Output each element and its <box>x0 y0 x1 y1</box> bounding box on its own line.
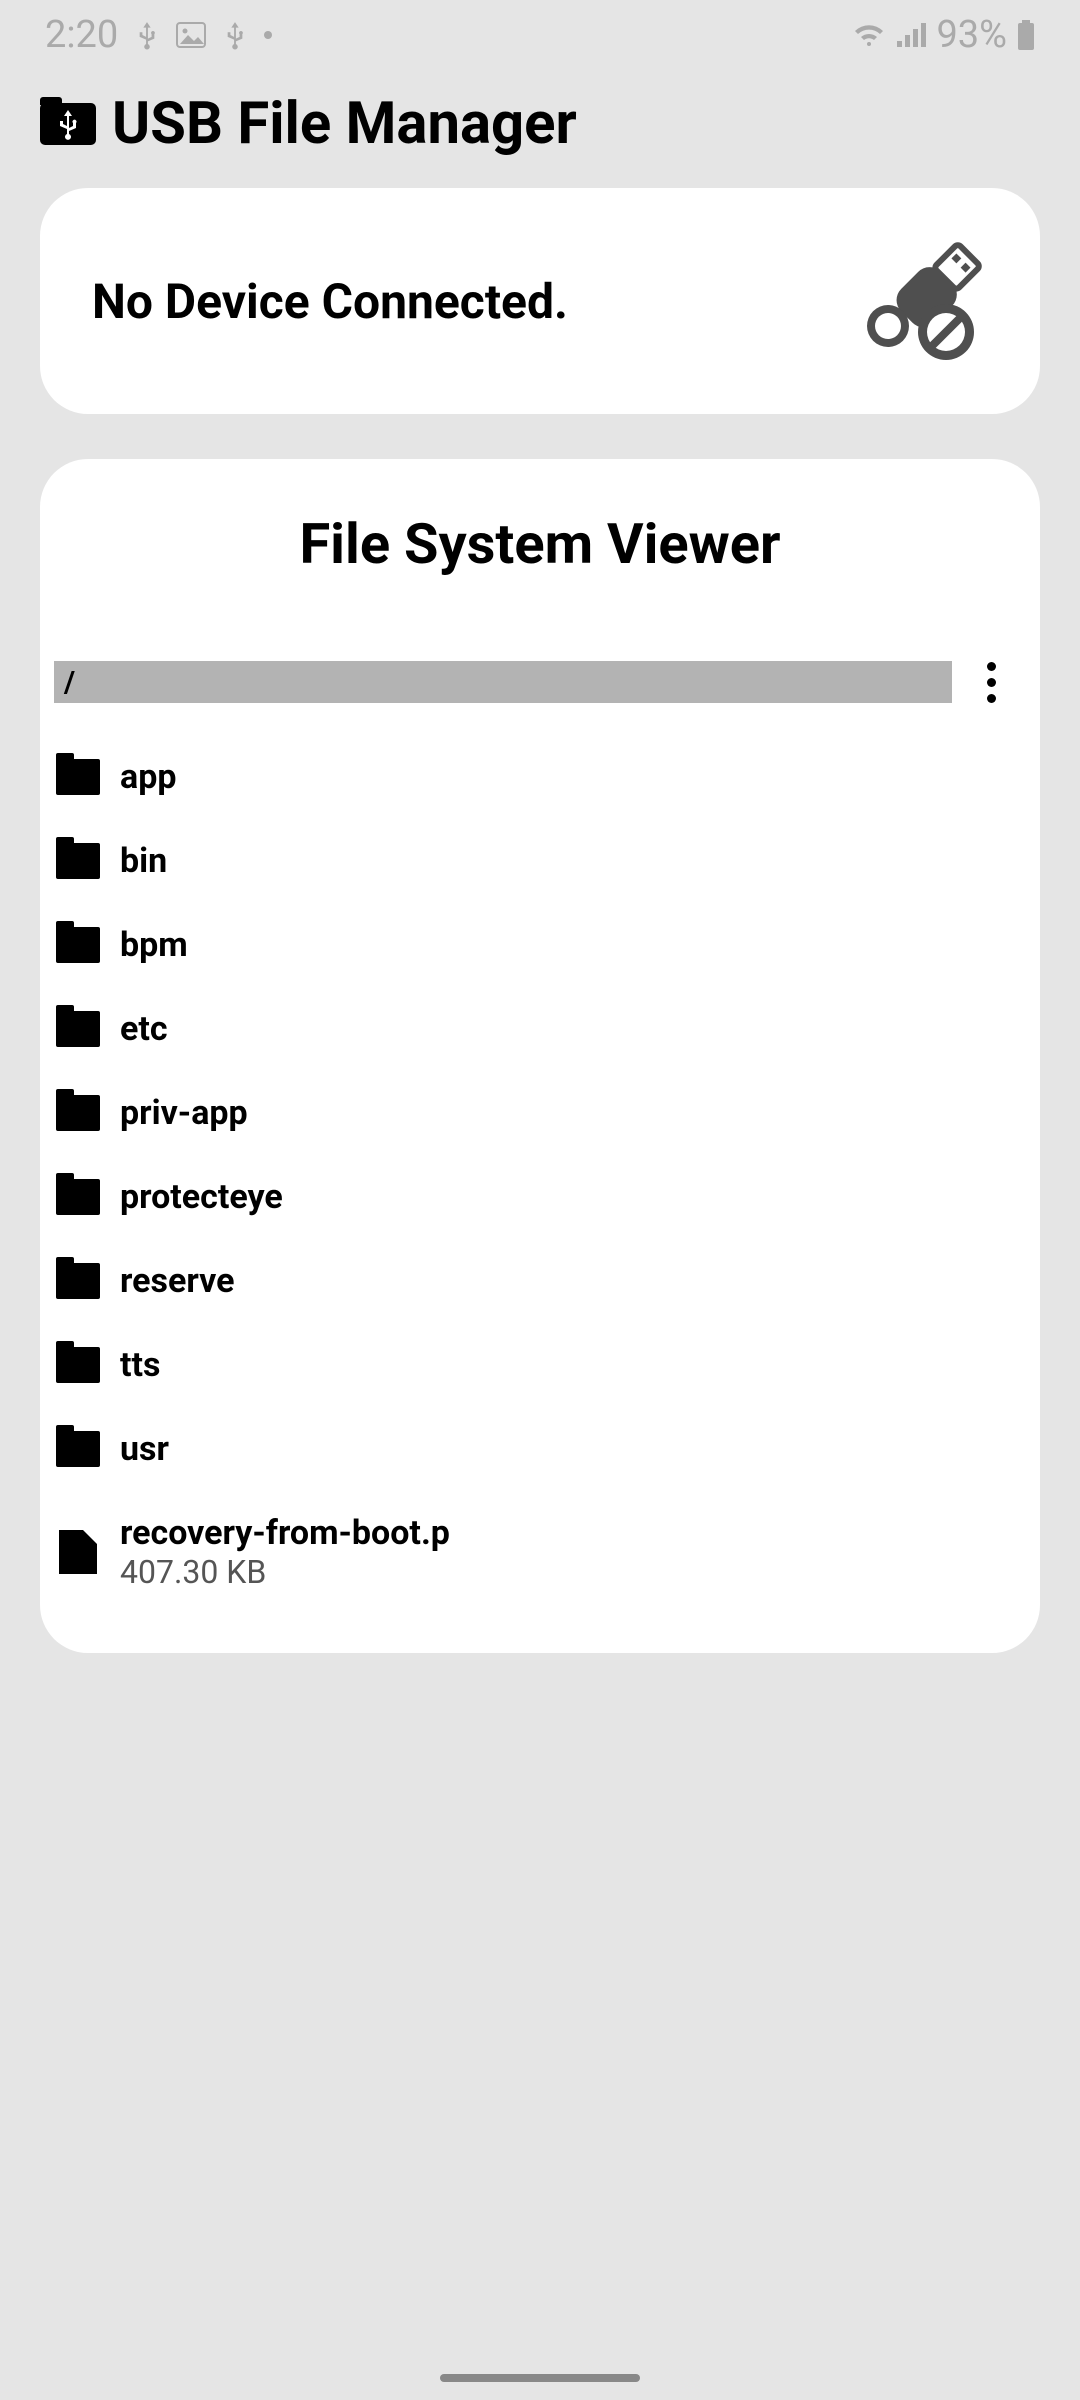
list-item[interactable]: reserve <box>54 1239 1026 1323</box>
usb-icon <box>224 20 246 50</box>
file-icon <box>59 1530 97 1574</box>
path-bar[interactable]: / <box>54 661 952 703</box>
signal-icon <box>896 22 926 48</box>
device-status-text: No Device Connected. <box>92 273 568 330</box>
folder-icon <box>56 1263 100 1299</box>
folder-icon <box>56 1347 100 1383</box>
more-options-button[interactable] <box>966 657 1016 707</box>
usb-icon <box>136 20 158 50</box>
file-name: bin <box>120 841 167 881</box>
wifi-icon <box>852 22 886 48</box>
file-name: reserve <box>120 1261 234 1301</box>
status-dot-icon <box>264 31 272 39</box>
folder-icon <box>56 1179 100 1215</box>
file-labels: etc <box>120 1009 168 1049</box>
list-item[interactable]: etc <box>54 987 1026 1071</box>
app-logo-icon <box>40 103 96 145</box>
list-item[interactable]: protecteye <box>54 1155 1026 1239</box>
list-item[interactable]: usr <box>54 1407 1026 1491</box>
file-name: protecteye <box>120 1177 283 1217</box>
list-item[interactable]: priv-app <box>54 1071 1026 1155</box>
status-time: 2:20 <box>45 13 118 57</box>
battery-percent: 93% <box>936 13 1007 57</box>
file-size: 407.30 KB <box>120 1553 450 1591</box>
file-labels: app <box>120 757 176 797</box>
status-bar: 2:20 93% <box>0 0 1080 70</box>
status-left: 2:20 <box>45 13 272 57</box>
battery-icon <box>1017 20 1035 50</box>
file-name: usr <box>120 1429 169 1469</box>
path-text: / <box>64 665 75 700</box>
list-item[interactable]: app <box>54 735 1026 819</box>
file-name: recovery-from-boot.p <box>120 1513 450 1553</box>
file-system-title: File System Viewer <box>54 511 1026 577</box>
list-item[interactable]: bpm <box>54 903 1026 987</box>
folder-icon <box>56 1011 100 1047</box>
file-labels: tts <box>120 1345 160 1385</box>
file-name: etc <box>120 1009 168 1049</box>
file-labels: recovery-from-boot.p407.30 KB <box>120 1513 450 1591</box>
file-labels: bpm <box>120 925 188 965</box>
file-labels: protecteye <box>120 1177 283 1217</box>
file-labels: bin <box>120 841 167 881</box>
folder-icon <box>56 843 100 879</box>
list-item[interactable]: bin <box>54 819 1026 903</box>
file-system-card: File System Viewer / app bin bpm etc priv-ap… <box>40 459 1040 1653</box>
file-name: bpm <box>120 925 188 965</box>
status-right: 93% <box>852 13 1035 57</box>
file-name: priv-app <box>120 1093 248 1133</box>
file-list[interactable]: app bin bpm etc priv-app protecteye reserve tts… <box>54 735 1026 1613</box>
folder-icon <box>56 927 100 963</box>
device-status-card: No Device Connected. <box>40 188 1040 414</box>
file-name: tts <box>120 1345 160 1385</box>
file-labels: priv-app <box>120 1093 248 1133</box>
path-row: / <box>54 657 1026 707</box>
folder-icon <box>56 759 100 795</box>
file-labels: usr <box>120 1429 169 1469</box>
file-labels: reserve <box>120 1261 234 1301</box>
folder-icon <box>56 1431 100 1467</box>
list-item[interactable]: tts <box>54 1323 1026 1407</box>
home-indicator[interactable] <box>440 2374 640 2382</box>
usb-blocked-icon <box>858 236 988 366</box>
file-name: app <box>120 757 176 797</box>
folder-icon <box>56 1095 100 1131</box>
app-header: USB File Manager <box>0 70 1080 168</box>
image-icon <box>176 22 206 48</box>
list-item[interactable]: recovery-from-boot.p407.30 KB <box>54 1491 1026 1613</box>
app-title: USB File Manager <box>112 90 577 158</box>
